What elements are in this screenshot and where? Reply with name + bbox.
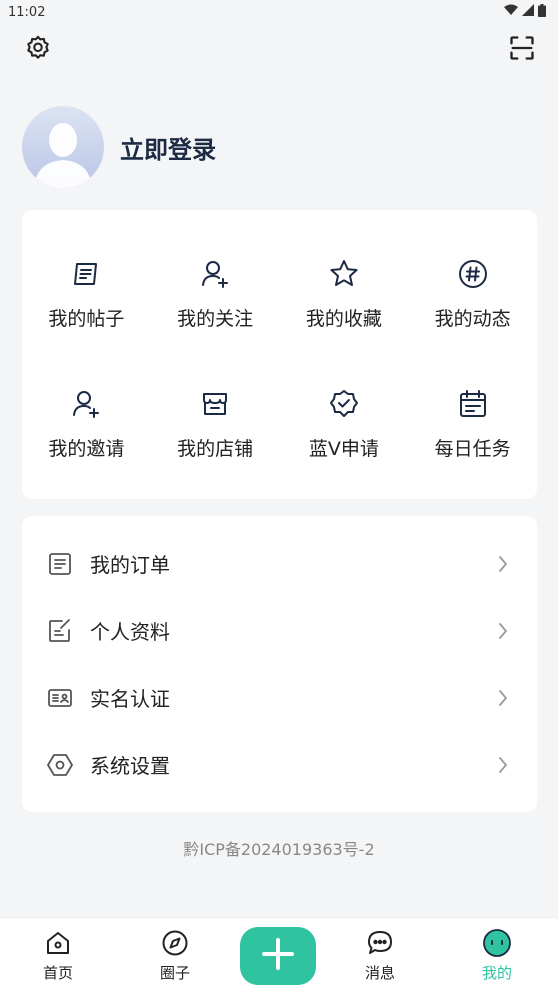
grid-item-label: 我的收藏: [305, 308, 382, 330]
chevron-right-icon: [495, 688, 511, 708]
avatar[interactable]: [22, 106, 104, 188]
verified-badge-icon: [326, 386, 362, 422]
profile-section: 立即登录: [22, 106, 216, 188]
grid-item-label: 蓝V申请: [308, 438, 379, 460]
grid-item-my-follows[interactable]: 我的关注: [151, 240, 280, 370]
hashtag-icon: [455, 256, 491, 292]
tab-label: 首页: [42, 964, 73, 982]
id-card-icon: [46, 684, 74, 712]
wifi-icon: [504, 4, 518, 20]
bottom-tab-bar: 首页 圈子 消息 我的: [0, 917, 558, 992]
menu-item-my-orders[interactable]: 我的订单: [22, 530, 537, 597]
menu-list-card: 我的订单 个人资料 实名认证 系统设置: [22, 516, 537, 812]
grid-item-label: 我的邀请: [48, 438, 125, 460]
edit-profile-icon: [46, 617, 74, 645]
grid-item-label: 我的关注: [177, 308, 254, 330]
grid-item-label: 我的帖子: [48, 308, 125, 330]
grid-item-my-store[interactable]: 我的店铺: [151, 370, 280, 500]
grid-item-my-moments[interactable]: 我的动态: [408, 240, 537, 370]
store-icon: [197, 386, 233, 422]
menu-item-profile[interactable]: 个人资料: [22, 597, 537, 664]
post-icon: [68, 256, 104, 292]
tab-label: 圈子: [159, 964, 190, 982]
status-bar: 11:02: [0, 0, 558, 24]
calendar-icon: [455, 386, 491, 422]
tab-circle[interactable]: 圈子: [135, 918, 215, 992]
quick-actions-card: 我的帖子 我的关注 我的收藏 我的动态 我的邀请 我的店铺 蓝V申请 每日任务: [22, 210, 537, 499]
grid-item-daily-tasks[interactable]: 每日任务: [408, 370, 537, 500]
battery-icon: [538, 3, 546, 21]
me-face-icon: [482, 928, 512, 958]
grid-item-blue-v-apply[interactable]: 蓝V申请: [280, 370, 409, 500]
menu-item-label: 个人资料: [90, 620, 170, 644]
tab-label: 我的: [481, 964, 512, 982]
hexagon-settings-icon: [46, 751, 74, 779]
status-time: 11:02: [8, 4, 46, 20]
gear-icon[interactable]: [22, 32, 54, 64]
menu-item-label: 系统设置: [90, 754, 170, 778]
chevron-right-icon: [495, 554, 511, 574]
publish-button[interactable]: [240, 927, 316, 985]
tab-messages[interactable]: 消息: [340, 918, 420, 992]
order-list-icon: [46, 550, 74, 578]
chevron-right-icon: [495, 621, 511, 641]
signal-icon: [522, 4, 534, 20]
top-bar: [22, 32, 538, 64]
grid-item-my-invites[interactable]: 我的邀请: [22, 370, 151, 500]
plus-icon: [260, 936, 296, 976]
tab-label: 消息: [364, 964, 395, 982]
menu-item-real-name-auth[interactable]: 实名认证: [22, 664, 537, 731]
follow-user-icon: [197, 256, 233, 292]
grid-item-label: 每日任务: [434, 438, 511, 460]
chat-icon: [365, 928, 395, 958]
chevron-right-icon: [495, 755, 511, 775]
menu-item-label: 我的订单: [90, 553, 170, 577]
scan-icon[interactable]: [506, 32, 538, 64]
home-icon: [43, 928, 73, 958]
tab-home[interactable]: 首页: [18, 918, 98, 992]
invite-user-icon: [68, 386, 104, 422]
compass-icon: [160, 928, 190, 958]
login-link[interactable]: 立即登录: [120, 130, 216, 165]
status-icons: [504, 3, 546, 21]
quick-actions-grid: 我的帖子 我的关注 我的收藏 我的动态 我的邀请 我的店铺 蓝V申请 每日任务: [22, 210, 537, 500]
menu-item-system-settings[interactable]: 系统设置: [22, 731, 537, 798]
menu-item-label: 实名认证: [90, 687, 170, 711]
grid-item-my-posts[interactable]: 我的帖子: [22, 240, 151, 370]
tab-me[interactable]: 我的: [457, 918, 537, 992]
star-icon: [326, 256, 362, 292]
grid-item-label: 我的店铺: [177, 438, 254, 460]
grid-item-my-favorites[interactable]: 我的收藏: [280, 240, 409, 370]
grid-item-label: 我的动态: [434, 308, 511, 330]
icp-record: 黔ICP备2024019363号-2: [183, 840, 375, 859]
